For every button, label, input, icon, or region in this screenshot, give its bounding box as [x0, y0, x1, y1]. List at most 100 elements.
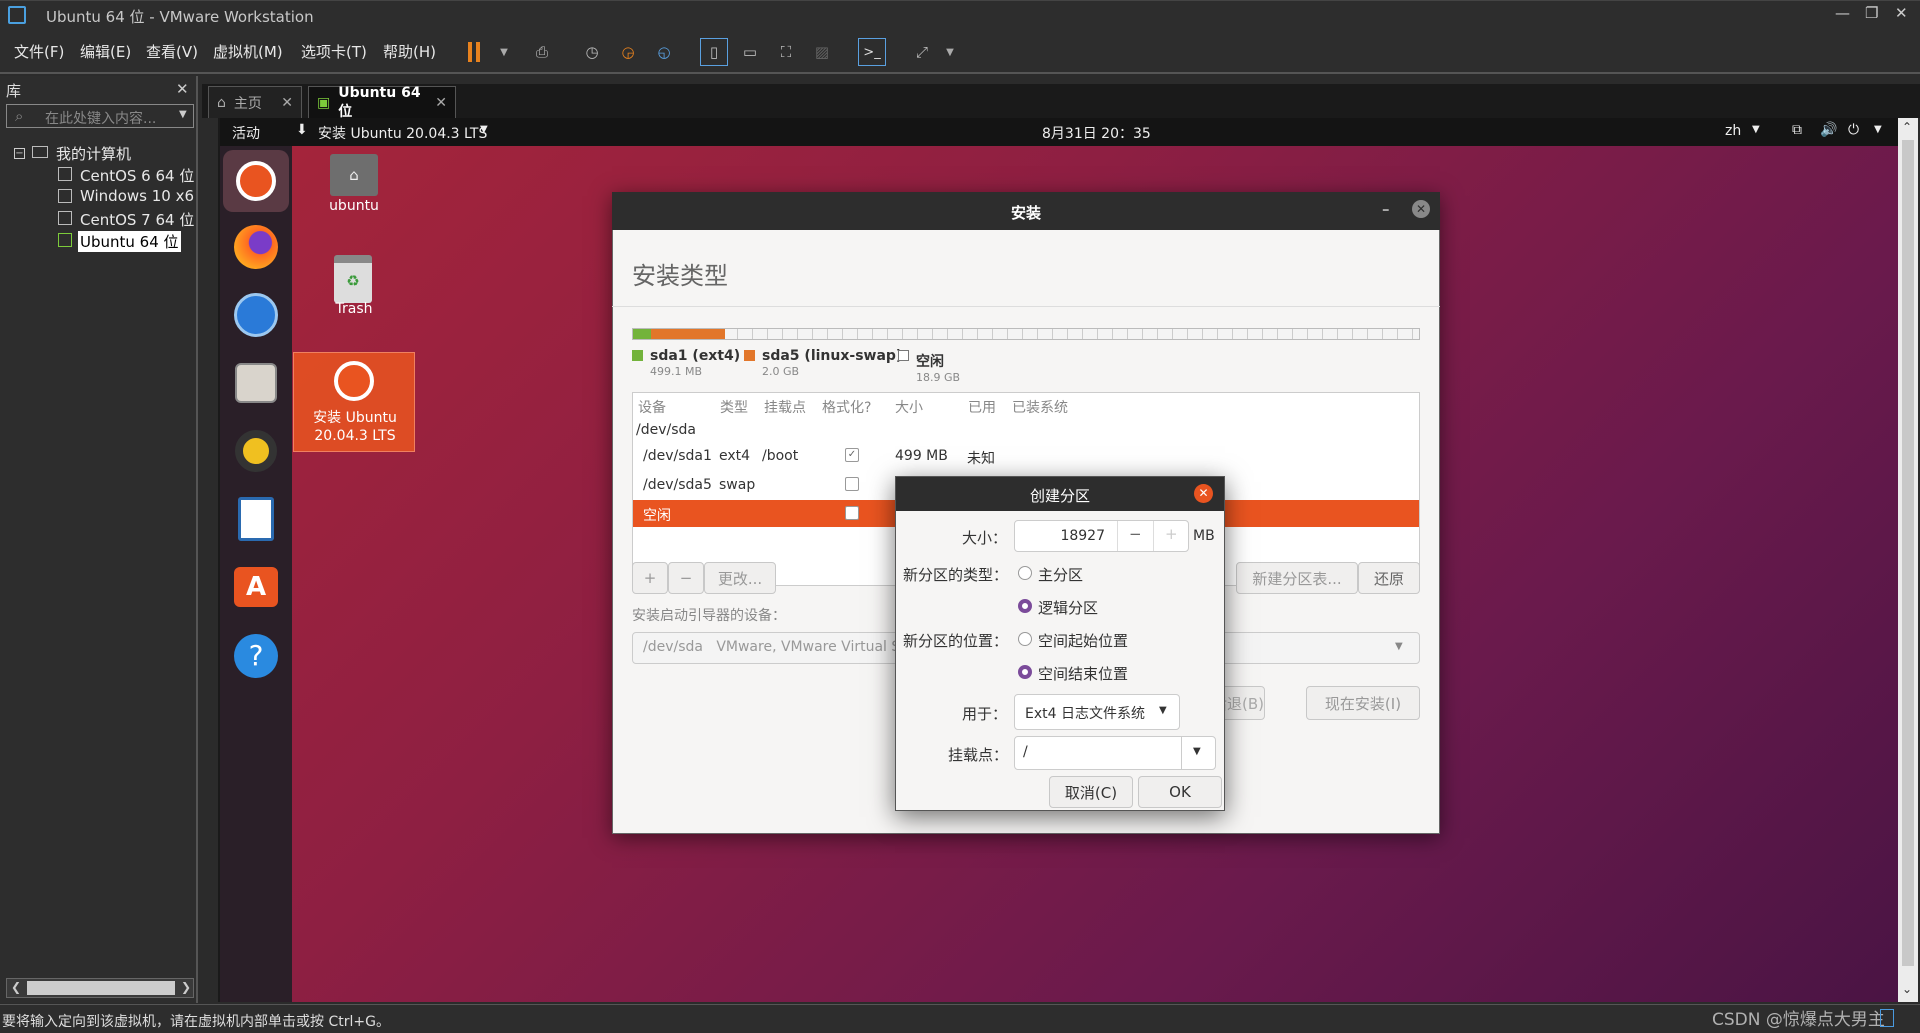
volume-icon[interactable]: 🔊 [1820, 122, 1837, 138]
console-icon[interactable]: >_ [858, 38, 886, 66]
minimize-icon[interactable]: — [1835, 4, 1850, 22]
revert-button[interactable]: 还原 [1358, 562, 1420, 594]
tab-close-icon[interactable]: ✕ [435, 95, 447, 111]
firefox-icon[interactable] [230, 221, 282, 273]
row-sda1-device[interactable]: /dev/sda1 [643, 448, 712, 464]
tree-vm-ubuntu[interactable]: Ubuntu 64 位 [78, 231, 181, 252]
type-primary-radio[interactable] [1018, 566, 1032, 580]
home-folder-icon[interactable]: ⌂ [330, 154, 378, 196]
menu-help[interactable]: 帮助(H) [383, 41, 436, 62]
mount-point-combo[interactable]: / ▼ [1014, 736, 1216, 770]
network-icon[interactable]: ⧉ [1792, 122, 1802, 138]
size-increase-icon[interactable]: + [1165, 525, 1178, 543]
language-indicator[interactable]: zh [1725, 123, 1741, 139]
files-icon[interactable] [230, 357, 282, 409]
send-ctrl-alt-del-icon[interactable]: ⎙ [528, 38, 556, 66]
system-menu-arrow-icon[interactable]: ▼ [1874, 124, 1882, 135]
installer-minimize-icon[interactable]: – [1382, 200, 1390, 218]
size-decrease-icon[interactable]: − [1129, 525, 1142, 543]
thunderbird-icon[interactable] [230, 289, 282, 341]
app-menu[interactable]: 安装 Ubuntu 20.04.3 LTS [318, 123, 487, 143]
pause-dropdown-icon[interactable]: ▼ [490, 38, 518, 66]
thumbnail-view-icon[interactable]: ▭ [736, 38, 764, 66]
row-free-format-checkbox[interactable] [845, 506, 859, 520]
restore-icon[interactable]: ❐ [1865, 4, 1878, 22]
clock[interactable]: 8月31日 20：35 [1042, 123, 1151, 143]
vm-vscrollbar[interactable]: ⌃ ⌄ [1898, 118, 1918, 1002]
remove-partition-button[interactable]: − [668, 562, 704, 594]
collapse-icon[interactable]: − [14, 148, 25, 159]
search-dropdown-icon[interactable]: ▼ [179, 109, 187, 120]
tab-ubuntu[interactable]: ▣ Ubuntu 64 位 ✕ [308, 85, 456, 120]
loc-end-label[interactable]: 空间结束位置 [1038, 663, 1128, 684]
menu-tabs[interactable]: 选项卡(T) [301, 41, 367, 62]
size-spinbox[interactable]: 18927 − + [1014, 520, 1189, 552]
tab-home[interactable]: ⌂ 主页 ✕ [208, 86, 302, 118]
scroll-thumb[interactable] [1902, 140, 1914, 966]
col-os[interactable]: 已装系统 [1012, 397, 1068, 417]
row-sda1-format-checkbox[interactable]: ✓ [845, 448, 859, 462]
snapshot-icon[interactable]: ◷ [578, 38, 606, 66]
stretch-icon[interactable]: ⤢ [908, 38, 936, 66]
menu-edit[interactable]: 编辑(E) [80, 41, 131, 62]
stretch-dropdown-icon[interactable]: ▼ [936, 38, 964, 66]
close-icon[interactable]: ✕ [1895, 4, 1908, 22]
type-logical-radio[interactable] [1018, 599, 1032, 613]
use-as-select[interactable]: Ext4 日志文件系统 ▼ [1014, 694, 1180, 730]
size-value[interactable]: 18927 [1015, 528, 1105, 544]
add-partition-button[interactable]: + [632, 562, 668, 594]
installer-close-icon[interactable]: ✕ [1412, 200, 1430, 218]
col-mount[interactable]: 挂载点 [764, 397, 806, 417]
type-primary-label[interactable]: 主分区 [1038, 564, 1083, 585]
row-sda5-device[interactable]: /dev/sda5 [643, 477, 712, 493]
col-type[interactable]: 类型 [720, 397, 748, 417]
table-row[interactable]: /dev/sda [636, 422, 696, 438]
menu-view[interactable]: 查看(V) [146, 41, 198, 62]
tree-my-computer[interactable]: 我的计算机 [56, 143, 131, 164]
device-status-icon[interactable] [1880, 1009, 1894, 1027]
dock-installer-icon[interactable] [223, 150, 289, 212]
cancel-button[interactable]: 取消(C) [1049, 776, 1133, 808]
library-view-icon[interactable]: ▯ [700, 38, 728, 66]
tree-vm-centos7[interactable]: CentOS 7 64 位 [80, 209, 194, 230]
library-search-input[interactable]: ⌕ 在此处键入内容... ▼ [6, 104, 194, 128]
menu-vm[interactable]: 虚拟机(M) [213, 41, 283, 62]
snapshot-manager-icon[interactable]: ◵ [650, 38, 678, 66]
col-format[interactable]: 格式化? [822, 397, 871, 417]
loc-end-radio[interactable] [1018, 665, 1032, 679]
trash-icon[interactable]: ♻ [334, 255, 372, 303]
desktop-installer-icon[interactable]: 安装 Ubuntu 20.04.3 LTS [293, 352, 415, 452]
library-close-icon[interactable]: ✕ [176, 80, 189, 98]
scroll-down-icon[interactable]: ⌄ [1902, 982, 1912, 996]
row-free-device[interactable]: 空闲 [643, 505, 671, 525]
mount-point-dropdown-icon[interactable]: ▼ [1193, 746, 1201, 757]
scroll-up-icon[interactable]: ⌃ [1902, 120, 1912, 134]
tree-vm-windows10[interactable]: Windows 10 x64 [80, 187, 194, 205]
ok-button[interactable]: OK [1138, 776, 1222, 808]
revert-snapshot-icon[interactable]: ◶ [614, 38, 642, 66]
new-partition-table-button[interactable]: 新建分区表... [1236, 562, 1358, 594]
help-icon[interactable]: ? [230, 630, 282, 682]
power-icon[interactable]: ⏻ [1848, 122, 1859, 138]
mount-point-value[interactable]: / [1023, 744, 1028, 760]
rhythmbox-icon[interactable] [230, 425, 282, 477]
unity-icon[interactable]: ▨ [808, 38, 836, 66]
change-partition-button[interactable]: 更改... [704, 562, 776, 594]
writer-icon[interactable] [230, 493, 282, 545]
menu-file[interactable]: 文件(F) [14, 41, 64, 62]
dialog-close-icon[interactable]: ✕ [1194, 484, 1213, 503]
tab-close-icon[interactable]: ✕ [281, 95, 293, 111]
tree-vm-centos6[interactable]: CentOS 6 64 位 [80, 165, 194, 186]
loc-start-label[interactable]: 空间起始位置 [1038, 630, 1128, 651]
col-used[interactable]: 已用 [968, 397, 996, 417]
software-icon[interactable]: A [230, 561, 282, 613]
library-hscrollbar[interactable]: ❮ ❯ [6, 978, 194, 998]
row-sda5-format-checkbox[interactable] [845, 477, 859, 491]
loc-start-radio[interactable] [1018, 632, 1032, 646]
fullscreen-icon[interactable]: ⛶ [772, 38, 800, 66]
col-size[interactable]: 大小 [895, 397, 923, 417]
activities-button[interactable]: 活动 [232, 123, 260, 143]
pause-icon[interactable] [460, 38, 488, 66]
type-logical-label[interactable]: 逻辑分区 [1038, 597, 1098, 618]
install-now-button[interactable]: 现在安装(I) [1306, 686, 1420, 720]
